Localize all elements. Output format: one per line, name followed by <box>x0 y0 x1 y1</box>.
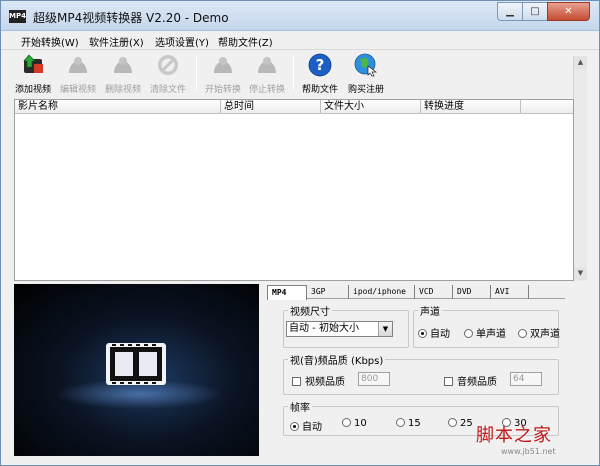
video-preview <box>14 284 259 456</box>
menu-help[interactable]: 帮助文件(Z) <box>218 34 273 49</box>
video-size-value: 自动 - 初始大小 <box>289 323 359 334</box>
channel-mono-radio[interactable]: 单声道 <box>464 325 506 340</box>
quality-group: 视(音)频品质 (Kbps) 视频品质 800 音频品质 64 <box>283 352 559 395</box>
audio-quality-input[interactable]: 64 <box>510 372 542 386</box>
clear-files-label: 清除文件 <box>149 85 186 95</box>
tab-vcd[interactable]: VCD <box>415 285 453 299</box>
fps-15-label: 15 <box>408 418 421 429</box>
scroll-down-icon[interactable]: ▼ <box>574 267 587 280</box>
video-size-select[interactable]: 自动 - 初始大小 ▼ <box>286 321 393 337</box>
close-button[interactable]: ✕ <box>547 2 590 21</box>
col-movie-name[interactable]: 影片名称 <box>15 100 221 114</box>
file-list[interactable]: 影片名称 总时间 文件大小 转换进度 <box>14 99 574 281</box>
fps-25-radio[interactable]: 25 <box>448 418 473 429</box>
tab-mp4[interactable]: MP4 <box>267 285 307 300</box>
tab-3gp[interactable]: 3GP <box>307 285 349 299</box>
video-quality-checkbox[interactable]: 视频品质 <box>292 373 345 388</box>
stop-convert-label: 停止转换 <box>248 85 285 95</box>
col-total-time[interactable]: 总时间 <box>221 100 321 114</box>
video-quality-input[interactable]: 800 <box>358 372 390 386</box>
fps-15-radio[interactable]: 15 <box>396 418 421 429</box>
channel-stereo-label: 双声道 <box>530 329 560 340</box>
tab-ipod-iphone[interactable]: ipod/iphone <box>349 285 415 299</box>
edit-video-button[interactable]: 编辑视频 <box>55 53 101 95</box>
help-file-button[interactable]: ? 帮助文件 <box>297 53 343 95</box>
channel-auto-radio[interactable]: 自动 <box>418 325 450 340</box>
buy-register-label: 购买注册 <box>347 85 384 95</box>
clear-files-button[interactable]: 清除文件 <box>145 53 191 95</box>
start-convert-icon <box>214 57 232 73</box>
fps-10-radio[interactable]: 10 <box>342 418 367 429</box>
menu-start-convert[interactable]: 开始转换(W) <box>21 34 79 49</box>
app-logo-icon: MP4 <box>9 10 26 23</box>
window-title: 超级MP4视频转换器 V2.20 - Demo <box>33 11 229 25</box>
menu-options[interactable]: 选项设置(Y) <box>155 34 209 49</box>
radio-icon <box>518 329 527 338</box>
audio-quality-label: 音频品质 <box>457 377 497 388</box>
minimize-button[interactable]: ▁ <box>497 2 523 21</box>
video-size-group: 视频尺寸 自动 - 初始大小 ▼ <box>283 303 409 348</box>
checkbox-icon <box>292 377 301 386</box>
fps-10-label: 10 <box>354 418 367 429</box>
channel-stereo-radio[interactable]: 双声道 <box>518 325 560 340</box>
format-tabs: MP4 3GP ipod/iphone VCD DVD AVI <box>267 285 565 300</box>
status-bar <box>1 456 599 465</box>
audio-channel-group: 声道 自动 单声道 双声道 <box>413 303 560 348</box>
scroll-up-icon[interactable]: ▲ <box>574 56 587 69</box>
svg-text:?: ? <box>316 56 325 74</box>
col-file-size[interactable]: 文件大小 <box>321 100 421 114</box>
video-quality-label: 视频品质 <box>305 377 345 388</box>
stop-convert-button[interactable]: 停止转换 <box>244 53 290 95</box>
title-bar[interactable]: MP4 超级MP4视频转换器 V2.20 - Demo ▁ □ ✕ <box>1 1 599 31</box>
add-video-icon <box>23 54 43 73</box>
fps-auto-radio[interactable]: 自动 <box>290 418 322 433</box>
file-list-header: 影片名称 总时间 文件大小 转换进度 <box>15 100 573 114</box>
fps-auto-label: 自动 <box>302 422 322 433</box>
globe-icon <box>354 53 378 77</box>
delete-video-icon <box>114 57 132 73</box>
film-strip-icon <box>106 343 166 385</box>
radio-selected-icon <box>418 329 427 338</box>
radio-icon <box>448 418 457 427</box>
radio-icon <box>464 329 473 338</box>
fps-25-label: 25 <box>460 418 473 429</box>
add-video-button[interactable]: 添加视频 <box>10 53 56 95</box>
clear-icon <box>158 55 178 75</box>
channel-mono-label: 单声道 <box>476 329 506 340</box>
frame-rate-title: 帧率 <box>288 399 312 414</box>
radio-icon <box>396 418 405 427</box>
watermark-text: 脚本之家 <box>476 425 552 446</box>
radio-selected-icon <box>290 422 299 431</box>
edit-video-icon <box>69 57 87 73</box>
watermark-url: www.jb51.net <box>501 447 556 456</box>
app-window: MP4 超级MP4视频转换器 V2.20 - Demo ▁ □ ✕ 开始转换(W… <box>0 0 600 466</box>
chevron-down-icon[interactable]: ▼ <box>378 322 392 336</box>
help-icon: ? <box>308 53 332 77</box>
audio-channel-title: 声道 <box>418 303 442 318</box>
audio-quality-checkbox[interactable]: 音频品质 <box>444 373 497 388</box>
main-scrollbar[interactable]: ▲ ▼ <box>573 56 587 281</box>
checkbox-icon <box>444 377 453 386</box>
video-size-title: 视频尺寸 <box>288 303 332 318</box>
quality-title: 视(音)频品质 (Kbps) <box>288 352 386 367</box>
radio-icon <box>342 418 351 427</box>
toolbar: 添加视频 编辑视频 删除视频 清除文件 开始转换 停止转换 ? 帮助文件 购买注… <box>1 50 599 98</box>
maximize-button[interactable]: □ <box>522 2 548 21</box>
channel-auto-label: 自动 <box>430 329 450 340</box>
stop-convert-icon <box>258 57 276 73</box>
delete-video-button[interactable]: 删除视频 <box>100 53 146 95</box>
menu-bar: 开始转换(W) 软件注册(X) 选项设置(Y) 帮助文件(Z) <box>1 32 599 50</box>
buy-register-button[interactable]: 购买注册 <box>343 53 389 95</box>
col-progress[interactable]: 转换进度 <box>421 100 521 114</box>
tab-avi[interactable]: AVI <box>491 285 529 299</box>
menu-register[interactable]: 软件注册(X) <box>89 34 144 49</box>
tab-dvd[interactable]: DVD <box>453 285 491 299</box>
